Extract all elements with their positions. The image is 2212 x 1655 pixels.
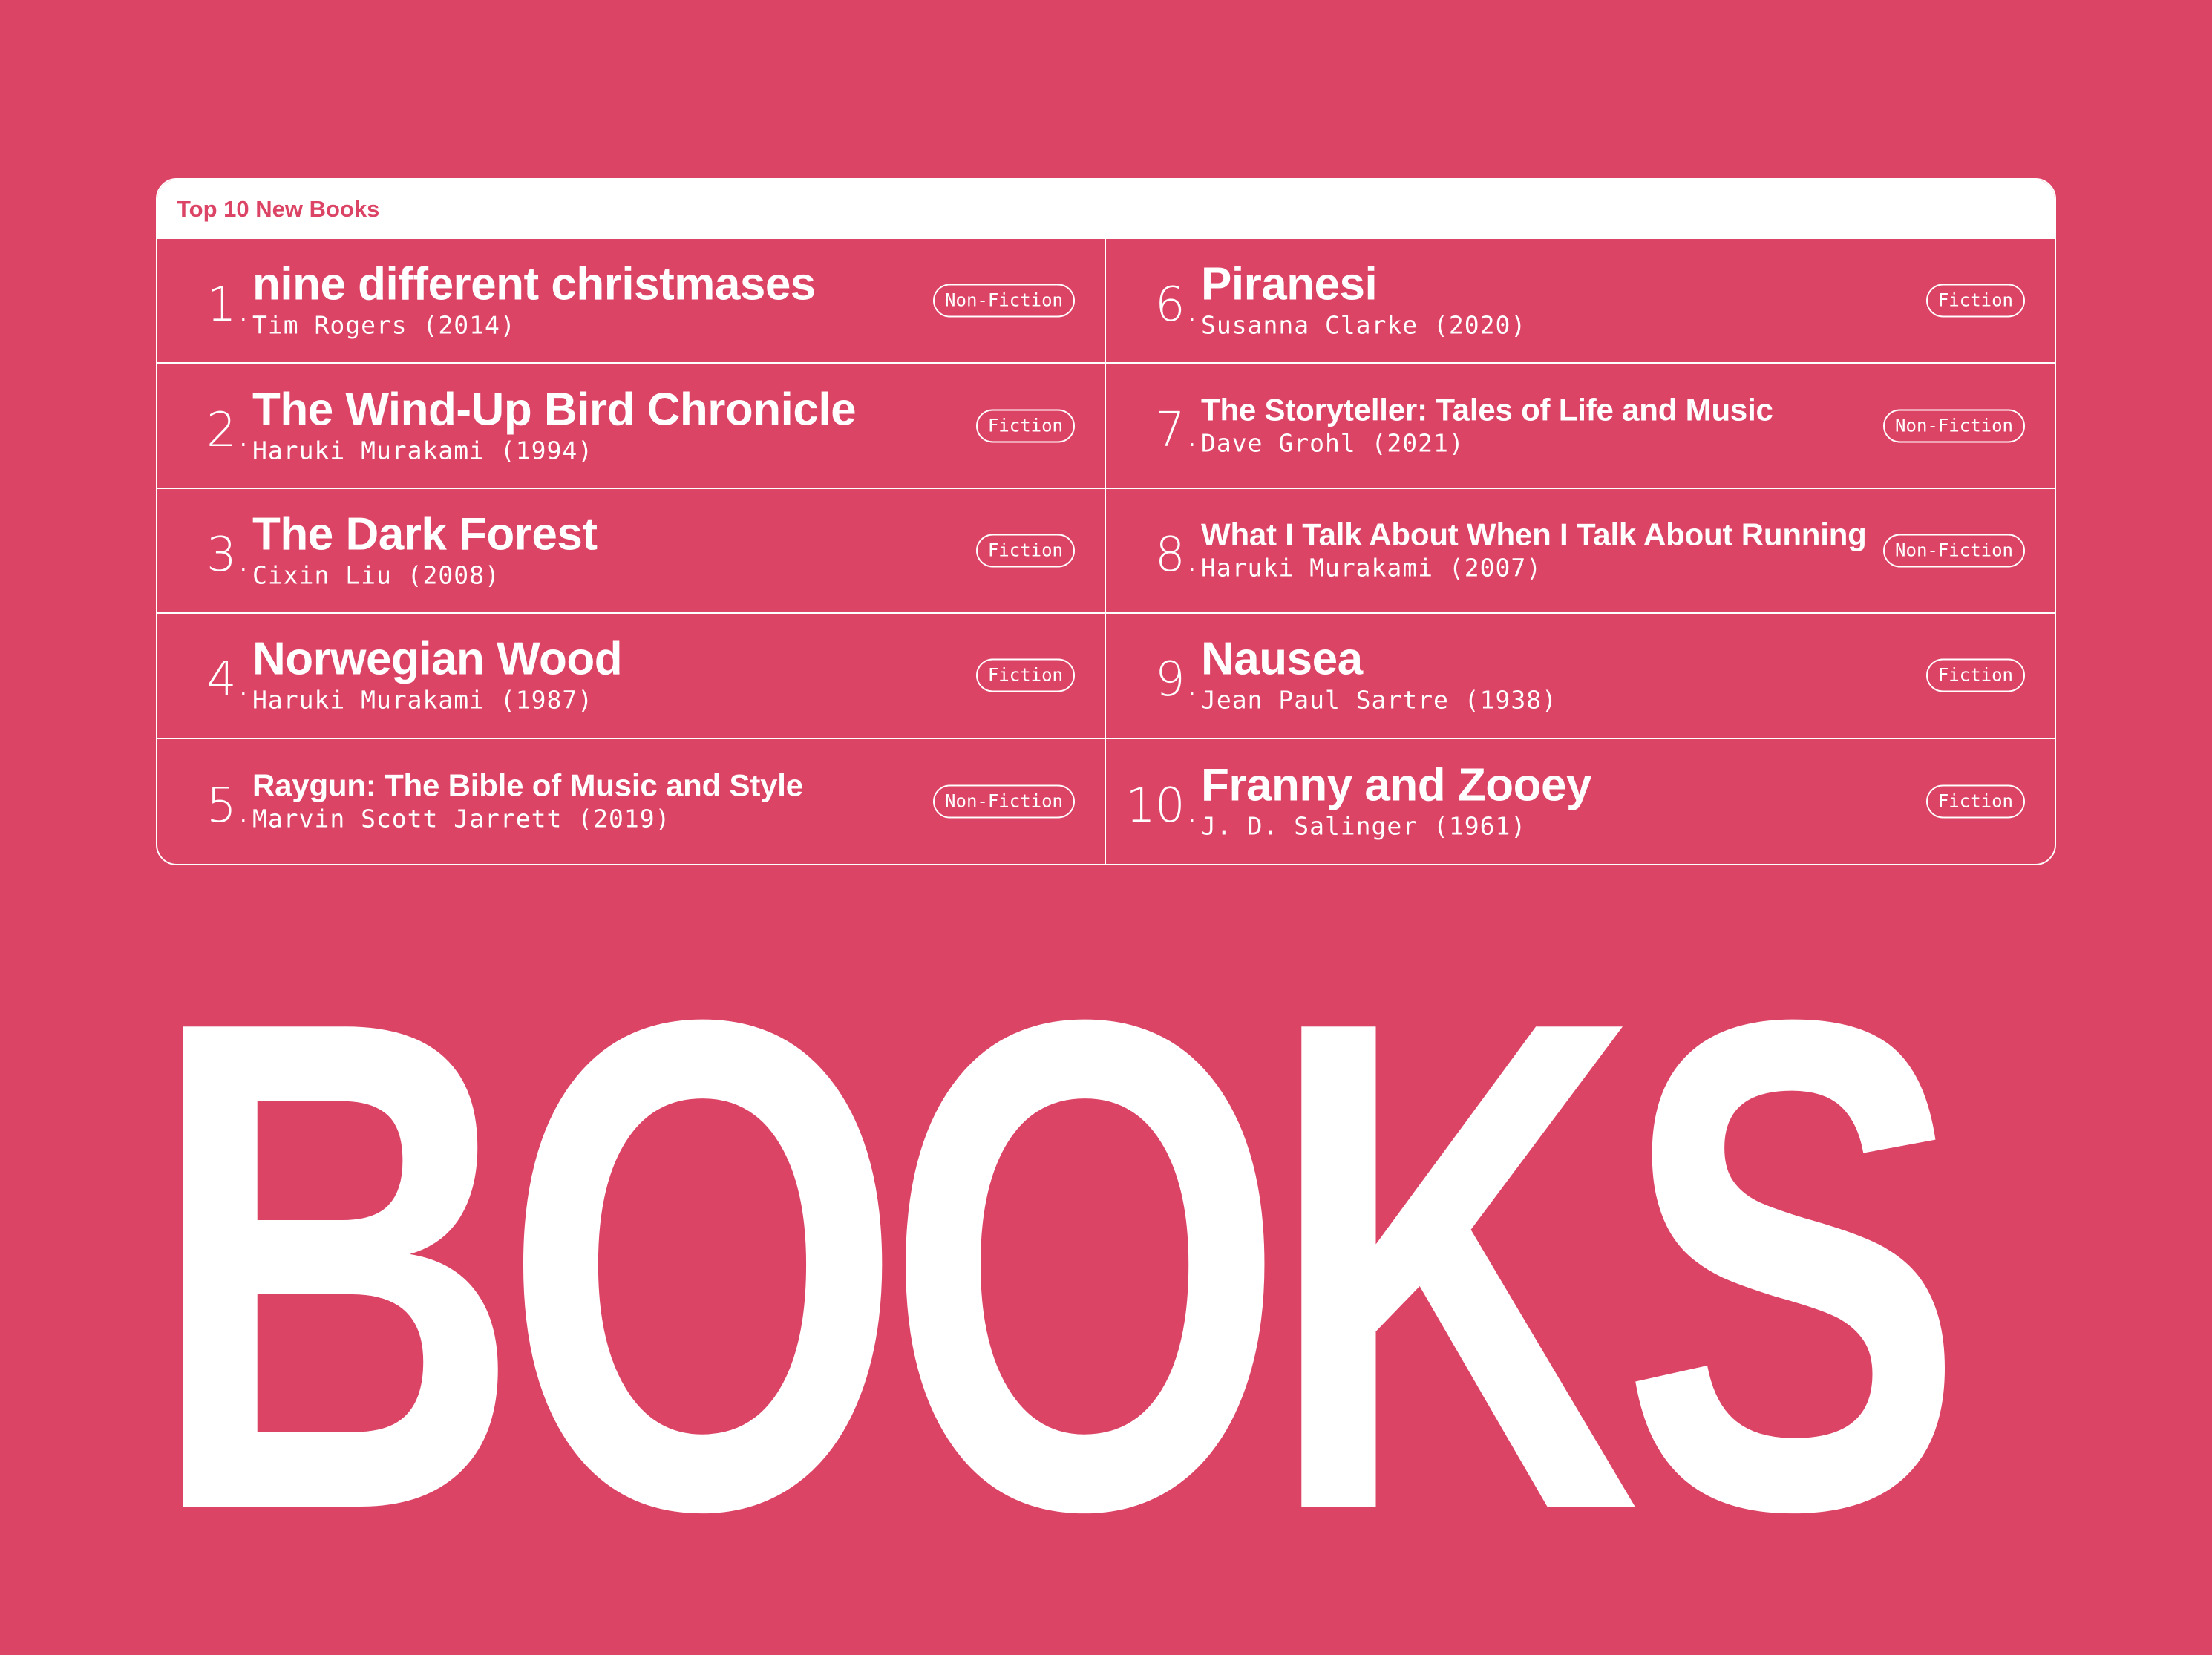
- book-info: Norwegian Wood Haruki Murakami (1987): [252, 633, 949, 715]
- book-title: Raygun: The Bible of Music and Style: [252, 767, 803, 803]
- book-item[interactable]: 8. What I Talk About When I Talk About R…: [1106, 489, 2055, 615]
- book-author-year: J. D. Salinger (1961): [1201, 811, 1527, 841]
- book-info: Piranesi Susanna Clarke (2020): [1201, 258, 1899, 340]
- book-author-year: Haruki Murakami (1994): [252, 436, 594, 465]
- book-item[interactable]: 5. Raygun: The Bible of Music and Style …: [157, 738, 1106, 864]
- book-author-year: Dave Grohl (2021): [1201, 428, 1465, 458]
- book-rank: 9.: [1154, 652, 1200, 708]
- book-info: Raygun: The Bible of Music and Style Mar…: [252, 770, 949, 833]
- book-author-year: Susanna Clarke (2020): [1201, 310, 1527, 340]
- book-rank: 5.: [206, 778, 251, 833]
- book-title: What I Talk About When I Talk About Runn…: [1201, 517, 1867, 552]
- book-rank: 6.: [1154, 278, 1200, 333]
- genre-badge: Fiction: [1925, 658, 2025, 692]
- genre-badge: Fiction: [1925, 784, 2025, 819]
- book-item[interactable]: 1. nine different christmases Tim Rogers…: [157, 239, 1106, 364]
- book-info: nine different christmases Tim Rogers (2…: [252, 258, 949, 340]
- genre-badge: Fiction: [1925, 284, 2025, 318]
- book-author-year: Haruki Murakami (2007): [1201, 553, 1542, 583]
- book-rank: 10.: [1125, 778, 1200, 833]
- genre-badge: Fiction: [975, 534, 1075, 568]
- book-item[interactable]: 2. The Wind-Up Bird Chronicle Haruki Mur…: [157, 364, 1106, 489]
- book-author-year: Tim Rogers (2014): [252, 310, 516, 340]
- book-title: nine different christmases: [252, 258, 816, 310]
- book-info: The Wind-Up Bird Chronicle Haruki Muraka…: [252, 387, 949, 465]
- book-author-year: Jean Paul Sartre (1938): [1201, 685, 1557, 715]
- book-title: The Dark Forest: [252, 508, 598, 560]
- book-info: Nausea Jean Paul Sartre (1938): [1201, 633, 1899, 715]
- book-title: The Wind-Up Bird Chronicle: [252, 384, 857, 436]
- book-title: The Storyteller: Tales of Life and Music: [1201, 392, 1773, 427]
- book-item[interactable]: 6. Piranesi Susanna Clarke (2020) Fictio…: [1106, 239, 2055, 364]
- genre-badge: Non-Fiction: [1883, 534, 2025, 568]
- book-author-year: Marvin Scott Jarrett (2019): [252, 804, 671, 833]
- hero-books-wordmark: BOOKS: [148, 876, 1965, 1655]
- book-rank: 2.: [206, 402, 251, 458]
- genre-badge: Non-Fiction: [1883, 409, 2025, 443]
- panel-title: Top 10 New Books: [157, 180, 2055, 239]
- book-item[interactable]: 3. The Dark Forest Cixin Liu (2008) Fict…: [157, 488, 1106, 615]
- genre-badge: Non-Fiction: [933, 784, 1075, 819]
- book-title: Norwegian Wood: [252, 633, 623, 685]
- book-grid: 1. nine different christmases Tim Rogers…: [157, 239, 2055, 864]
- book-item[interactable]: 10. Franny and Zooey J. D. Salinger (196…: [1106, 739, 2055, 864]
- genre-badge: Non-Fiction: [933, 284, 1075, 318]
- book-rank: 3.: [206, 527, 251, 583]
- book-info: The Storyteller: Tales of Life and Music…: [1201, 392, 1899, 458]
- top-books-panel: Top 10 New Books 1. nine different chris…: [156, 178, 2056, 865]
- book-rank: 7.: [1154, 402, 1200, 458]
- book-author-year: Haruki Murakami (1987): [252, 685, 594, 715]
- book-item[interactable]: 9. Nausea Jean Paul Sartre (1938) Fictio…: [1106, 614, 2055, 739]
- book-title: Franny and Zooey: [1201, 759, 1591, 811]
- book-info: The Dark Forest Cixin Liu (2008): [252, 508, 949, 590]
- book-rank: 1.: [206, 278, 251, 333]
- book-info: Franny and Zooey J. D. Salinger (1961): [1201, 759, 1899, 841]
- book-title: Piranesi: [1201, 258, 1378, 310]
- genre-badge: Fiction: [975, 658, 1075, 692]
- genre-badge: Fiction: [975, 409, 1075, 443]
- book-info: What I Talk About When I Talk About Runn…: [1201, 517, 1899, 583]
- book-title: Nausea: [1201, 633, 1363, 685]
- book-author-year: Cixin Liu (2008): [252, 560, 500, 590]
- book-item[interactable]: 7. The Storyteller: Tales of Life and Mu…: [1106, 364, 2055, 489]
- book-item[interactable]: 4. Norwegian Wood Haruki Murakami (1987)…: [157, 614, 1106, 739]
- book-rank: 8.: [1154, 527, 1200, 583]
- book-rank: 4.: [206, 652, 251, 708]
